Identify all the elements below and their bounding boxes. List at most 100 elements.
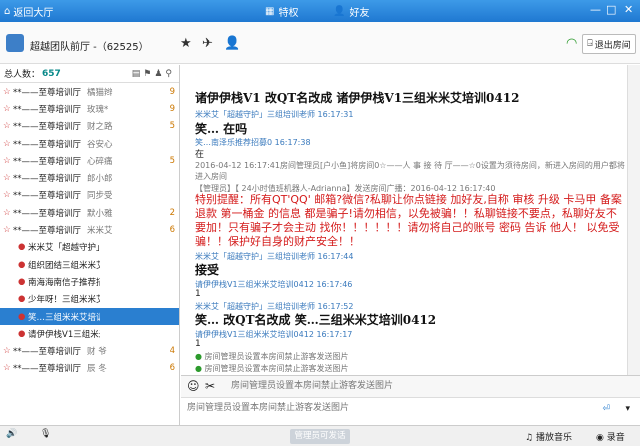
record-icon: ◉ — [596, 433, 607, 443]
user-row[interactable]: ☆ **——至尊培训厅 默小雅 2 — [0, 204, 179, 221]
user-row[interactable]: ●少年呀！三组米米艾培训0412 — [0, 291, 179, 308]
chat-scrollbar[interactable] — [627, 65, 640, 375]
room-header: 超越团队前厅 -（62525） ★ ✈ 👤 ◠ ⍈ 退出房间 — [0, 22, 640, 64]
user-level: 9 — [169, 86, 175, 97]
user-badge: 财 爷 — [87, 347, 107, 358]
message-meta: 请伊伊栈V1三组米米艾培训0412 16:17:46 — [195, 280, 353, 289]
rank-icon: ☆ — [3, 138, 11, 149]
user-badge: 玫瑰* — [87, 104, 109, 115]
message-meta: 米米艾「超越守护」三组培训老师 16:17:31 — [195, 110, 354, 119]
user-row[interactable]: ☆ **——至尊培训厅 财之路 5 — [0, 118, 179, 135]
user-badge: 心碎痛 — [87, 156, 113, 167]
chat-message: 在 — [195, 150, 205, 160]
system-notice: ● 房间管理员设置本房间禁止游客发送图片 — [195, 352, 349, 361]
user-badge: 谷安心 — [87, 139, 113, 150]
user-name: **——至尊培训厅 — [13, 139, 82, 150]
user-name: **——至尊培训厅 — [13, 174, 82, 185]
rank-icon: ☆ — [3, 225, 11, 236]
user-name: **——至尊培训厅 — [13, 156, 82, 167]
speaker-icon[interactable]: 🔊 — [6, 429, 17, 439]
room-title: 超越团队前厅 -（62525） — [30, 42, 149, 53]
rank-icon: ● — [18, 311, 26, 322]
chat-message: 接受 — [195, 263, 220, 277]
minimize-icon[interactable]: — — [590, 3, 601, 16]
bottom-bar: 🔊 🎙 管理员可发话 ♫ 播放音乐 ◉ 录音 — [0, 425, 640, 446]
user-row[interactable]: ☆ **——至尊培训厅财 爷 4 — [0, 342, 179, 359]
star-icon[interactable]: ★ — [180, 36, 192, 51]
system-notice: 房间管理员设置本房间禁止游客发送图片 — [187, 403, 350, 413]
user-level: 5 — [169, 155, 175, 166]
user-level: 9 — [169, 103, 175, 114]
user-row[interactable]: ●组织团结三组米米艾培训0412 — [0, 256, 179, 273]
user-badge: 郎小郎 — [87, 174, 113, 185]
close-icon[interactable]: ✕ — [624, 3, 633, 16]
user-level: 6 — [169, 225, 175, 236]
user-badge: 同步受 — [87, 191, 113, 202]
dropdown-icon[interactable]: ▾ — [625, 404, 630, 414]
grid-icon: ▦ — [265, 6, 275, 17]
rank-icon: ● — [18, 294, 26, 305]
mic-icon[interactable]: 🎙 — [40, 429, 51, 439]
rank-icon: ☆ — [3, 207, 11, 218]
user-row[interactable]: ☆ **——至尊培训厅 谷安心 — [0, 135, 179, 152]
user-row[interactable]: ●笑…三组米米艾培训0412 — [0, 307, 179, 326]
top-bar: ⌂ 返回大厅 ▦ 特权 👤 好友 — □ ✕ — [0, 0, 640, 22]
friends-tab[interactable]: 👤 好友 — [333, 4, 369, 19]
user-row[interactable]: ☆ **——至尊培训厅辰 冬 6 — [0, 360, 179, 377]
user-row[interactable]: ☆ **——至尊培训厅 郎小郎 — [0, 169, 179, 186]
user-badge: 财之路 — [87, 122, 113, 133]
chat-message: 诸伊伊栈V1 改QT名改成 诸伊伊栈V1三组米米艾培训0412 — [195, 91, 520, 105]
user-row[interactable]: ●请伊伊栈V1三组米米艾培训0412 — [0, 325, 179, 342]
rank-icon: ● — [18, 242, 26, 253]
user-name: 笑…三组米米艾培训0412 — [28, 312, 100, 323]
user-row[interactable]: ☆ **——至尊培训厅 米米艾 6 — [0, 221, 179, 238]
user-level: 6 — [169, 363, 175, 374]
warning-broadcast: 特别提醒：所有QT'QQ' 邮箱?微信?私聊让你点链接 加好友,自称 审核 升级… — [195, 193, 622, 248]
info-icon: ● — [195, 352, 205, 361]
send-icon[interactable]: ⏎ — [602, 404, 610, 414]
info-icon: ● — [195, 364, 205, 373]
list-tools-icon[interactable]: ▤⚑♟⚲ — [132, 69, 175, 79]
user-row[interactable]: ☆ **——至尊培训厅 橘猫辫 9 — [0, 83, 179, 100]
user-badge: 橘猫辫 — [87, 87, 113, 98]
user-name: 米米艾「超越守护」三组培训老师 — [28, 243, 100, 254]
user-level: 2 — [169, 207, 175, 218]
exit-icon: ⍈ — [587, 39, 593, 49]
user-name: 请伊伊栈V1三组米米艾培训0412 — [28, 329, 100, 340]
privilege-tab[interactable]: ▦ 特权 — [265, 4, 298, 19]
user-name: **——至尊培训厅 — [13, 87, 82, 98]
back-to-lobby-button[interactable]: ⌂ 返回大厅 — [4, 4, 53, 19]
person-icon: 👤 — [333, 6, 346, 17]
record-button[interactable]: ◉ 录音 — [596, 430, 625, 443]
rank-icon: ● — [18, 276, 26, 287]
rank-icon: ☆ — [3, 173, 11, 184]
room-icon — [6, 34, 24, 52]
rank-icon: ● — [18, 259, 26, 270]
user-row[interactable]: ☆ **——至尊培训厅 同步受 — [0, 187, 179, 204]
music-icon: ♫ — [525, 433, 536, 443]
exit-room-button[interactable]: ⍈ 退出房间 — [582, 34, 636, 54]
user-list-panel: 总人数： 657 ▤⚑♟⚲ ☆ **——至尊培训厅 橘猫辫 9 ☆ **——至尊培训厅 玫瑰*… — [0, 65, 180, 425]
user-row[interactable]: ☆ **——至尊培训厅 玫瑰* 9 — [0, 100, 179, 117]
user-name: **——至尊培训厅 — [13, 347, 82, 358]
play-music-button[interactable]: ♫ 播放音乐 — [525, 430, 572, 443]
emoji-icon[interactable]: ☺ — [187, 379, 200, 393]
rank-icon: ☆ — [3, 363, 11, 374]
user-name: **——至尊培训厅 — [13, 191, 82, 202]
admin-speak-button[interactable]: 管理员可发话 — [290, 429, 350, 444]
user-badge: 辰 冬 — [87, 364, 107, 375]
rank-icon: ☆ — [3, 86, 11, 97]
chat-message: 1 — [195, 339, 201, 349]
user-row[interactable]: ☆ **——至尊培训厅 心碎痛 5 — [0, 152, 179, 169]
plane-icon[interactable]: ✈ — [202, 36, 213, 51]
scissors-icon[interactable]: ✂ — [205, 379, 215, 393]
chat-area: 诸伊伊栈V1 改QT名改成 诸伊伊栈V1三组米米艾培训0412 米米艾「超越守护… — [181, 65, 627, 375]
user-badge: 默小雅 — [87, 208, 113, 219]
input-toolbar: ☺ ✂ 房间管理员设置本房间禁止游客发送图片 — [181, 375, 640, 397]
maximize-icon[interactable]: □ — [606, 3, 616, 16]
message-input[interactable]: 房间管理员设置本房间禁止游客发送图片 ⏎ ▾ — [181, 397, 640, 425]
add-user-icon[interactable]: 👤 — [224, 36, 240, 51]
user-row[interactable]: ●南海海南信子推荐招募3 — [0, 273, 179, 290]
user-row[interactable]: ●米米艾「超越守护」三组培训老师 — [0, 239, 179, 256]
chat-message: 笑… 改QT名改成 笑…三组米米艾培训0412 — [195, 313, 437, 327]
